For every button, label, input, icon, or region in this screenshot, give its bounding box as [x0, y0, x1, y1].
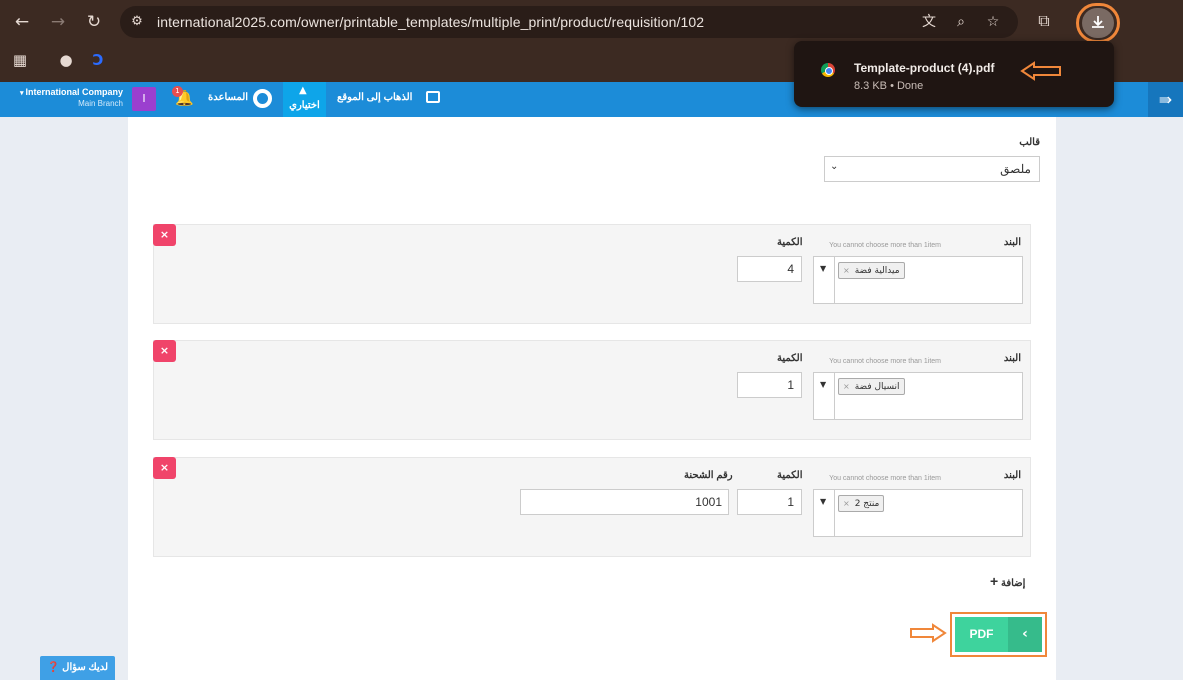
goto-site-link[interactable]: الذهاب إلى الموقع — [337, 92, 412, 103]
apps-grid-icon[interactable]: ▦ — [11, 51, 29, 69]
main-panel: قالب ملصق ⌄ × البند You cannot choose mo… — [128, 117, 1056, 680]
pdf-highlight: PDF ‹ — [950, 612, 1047, 657]
back-icon[interactable]: ← — [10, 10, 34, 34]
quantity-label: الكمية — [777, 470, 803, 481]
ask-question-button[interactable]: ❓ لديك سؤال — [40, 656, 115, 680]
store-icon[interactable] — [426, 91, 440, 103]
download-icon — [1092, 16, 1104, 28]
quantity-input[interactable]: 4 — [737, 256, 802, 282]
shipment-input[interactable]: 1001 — [520, 489, 729, 515]
caret-down-icon: ▼ — [820, 264, 827, 273]
remove-row-button[interactable]: × — [153, 224, 176, 246]
item-row: × البند You cannot choose more than 1ite… — [153, 340, 1031, 440]
annotation-arrow-icon — [910, 623, 947, 643]
download-button[interactable] — [1076, 3, 1120, 43]
item-row: × البند You cannot choose more than 1ite… — [153, 457, 1031, 557]
branch-name: Main Branch — [78, 99, 123, 108]
chevron-down-icon: ⌄ — [830, 161, 839, 172]
add-row-link[interactable]: + إضافة — [990, 573, 1025, 589]
item-select[interactable]: ▼ × انسيال فضة — [813, 372, 1023, 420]
bookmark-star-icon[interactable]: ☆ — [984, 13, 1002, 31]
sidebar-toggle-icon[interactable]: ⇛ — [1148, 82, 1183, 117]
item-select[interactable]: ▼ × منتج 2 — [813, 489, 1023, 537]
caret-down-icon: ▼ — [820, 497, 827, 506]
bookmark-logo-icon[interactable]: Ↄ — [89, 51, 107, 69]
item-tag[interactable]: × منتج 2 — [838, 495, 885, 512]
shipment-label: رقم الشحنة — [684, 470, 733, 481]
tag-remove-icon[interactable]: × — [843, 499, 850, 508]
tag-remove-icon[interactable]: × — [843, 266, 850, 275]
download-meta: 8.3 KB • Done — [854, 80, 924, 92]
rocket-icon: ▲ — [299, 85, 307, 96]
caret-down-icon: ▼ — [820, 380, 827, 389]
remove-row-button[interactable]: × — [153, 340, 176, 362]
quantity-input[interactable]: 1 — [737, 489, 802, 515]
item-dropdown-toggle[interactable]: ▼ — [814, 373, 835, 419]
item-tag[interactable]: × ميدالية فضة — [838, 262, 905, 279]
item-dropdown-toggle[interactable]: ▼ — [814, 490, 835, 536]
annotation-arrow-icon — [1020, 61, 1061, 81]
globe-icon[interactable]: ● — [57, 51, 75, 69]
chevron-left-icon[interactable]: ‹ — [1008, 617, 1042, 652]
template-select[interactable]: ملصق ⌄ — [824, 156, 1040, 182]
shortcut-label: اختياري — [289, 100, 320, 111]
browser-toolbar: ← → ↻ ⚙ international2025.com/owner/prin… — [0, 0, 1183, 44]
item-label: البند — [1003, 237, 1021, 248]
address-bar[interactable]: ⚙ international2025.com/owner/printable_… — [120, 6, 1018, 38]
quantity-label: الكمية — [777, 237, 803, 248]
item-tag[interactable]: × انسيال فضة — [838, 378, 905, 395]
chrome-file-icon — [821, 63, 835, 77]
company-name[interactable]: ▾ International Company — [8, 87, 123, 97]
extensions-icon[interactable]: ⧉ — [1034, 11, 1054, 31]
pdf-button[interactable]: PDF — [955, 617, 1008, 652]
download-popup: Template-product (4).pdf 8.3 KB • Done — [794, 41, 1114, 107]
forward-icon[interactable]: → — [46, 10, 70, 34]
site-info-icon[interactable]: ⚙ — [128, 13, 146, 31]
download-filename[interactable]: Template-product (4).pdf — [854, 61, 994, 75]
template-value: ملصق — [1000, 162, 1031, 176]
template-label: قالب — [1019, 137, 1040, 148]
item-dropdown-toggle[interactable]: ▼ — [814, 257, 835, 303]
translate-icon[interactable]: 文 — [920, 13, 938, 31]
question-icon: ❓ — [46, 662, 60, 673]
reload-icon[interactable]: ↻ — [82, 10, 106, 34]
item-row: × البند You cannot choose more than 1ite… — [153, 224, 1031, 324]
notification-badge: 1 — [172, 86, 183, 97]
quantity-label: الكمية — [777, 353, 803, 364]
item-hint: You cannot choose more than 1item — [829, 242, 941, 249]
avatar[interactable]: I — [132, 87, 156, 111]
item-select[interactable]: ▼ × ميدالية فضة — [813, 256, 1023, 304]
item-label: البند — [1003, 353, 1021, 364]
item-hint: You cannot choose more than 1item — [829, 475, 941, 482]
help-link[interactable]: المساعدة — [208, 92, 248, 103]
lifebuoy-icon[interactable] — [253, 89, 272, 108]
plus-icon: + — [990, 573, 999, 589]
remove-row-button[interactable]: × — [153, 457, 176, 479]
tag-remove-icon[interactable]: × — [843, 382, 850, 391]
item-label: البند — [1003, 470, 1021, 481]
url-text[interactable]: international2025.com/owner/printable_te… — [157, 14, 704, 30]
item-hint: You cannot choose more than 1item — [829, 358, 941, 365]
quantity-input[interactable]: 1 — [737, 372, 802, 398]
zoom-icon[interactable]: ⌕ — [952, 13, 970, 31]
shortcut-button[interactable]: ▲ اختياري — [283, 82, 326, 117]
